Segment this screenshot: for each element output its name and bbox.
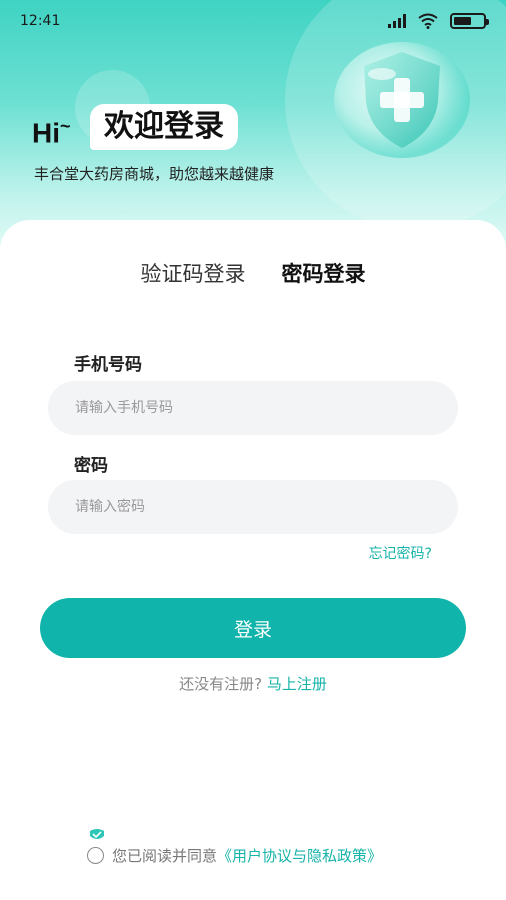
register-text: 还没有注册? (179, 675, 263, 693)
status-time: 12:41 (20, 13, 61, 29)
greeting: Hi~ (32, 116, 71, 149)
shield-cross-icon (334, 42, 470, 158)
tab-password-login[interactable]: 密码登录 (282, 258, 366, 298)
agreement-row: 您已阅读并同意 《用户协议与隐私政策》 (87, 845, 382, 866)
register-prompt: 还没有注册? 马上注册 (0, 673, 506, 694)
tab-label: 验证码登录 (140, 262, 246, 286)
status-bar: 12:41 (0, 0, 506, 42)
greeting-mark: ~ (60, 116, 71, 136)
policy-link[interactable]: 《用户协议与隐私政策》 (217, 845, 382, 866)
wifi-icon (418, 13, 438, 29)
battery-icon (450, 13, 489, 29)
check-badge-icon (90, 829, 104, 839)
phone-input[interactable] (48, 381, 458, 435)
login-button[interactable]: 登录 (40, 598, 466, 658)
tab-sms-login[interactable]: 验证码登录 (141, 258, 246, 298)
login-tabs: 验证码登录 密码登录 (0, 258, 506, 298)
register-link[interactable]: 马上注册 (267, 675, 327, 693)
phone-label: 手机号码 (74, 355, 142, 375)
greeting-text: Hi (32, 117, 60, 149)
tab-label: 密码登录 (281, 262, 366, 286)
password-label: 密码 (74, 456, 108, 476)
page-title: 欢迎登录 (90, 104, 238, 150)
page-subtitle: 丰合堂大药房商城，助您越来越健康 (34, 165, 275, 183)
agreement-checkbox[interactable] (87, 847, 104, 864)
forgot-password-link[interactable]: 忘记密码? (369, 543, 432, 563)
agreement-text: 您已阅读并同意 (112, 847, 218, 865)
status-icons (388, 13, 489, 29)
signal-icon (388, 14, 406, 28)
password-input[interactable] (48, 480, 458, 534)
